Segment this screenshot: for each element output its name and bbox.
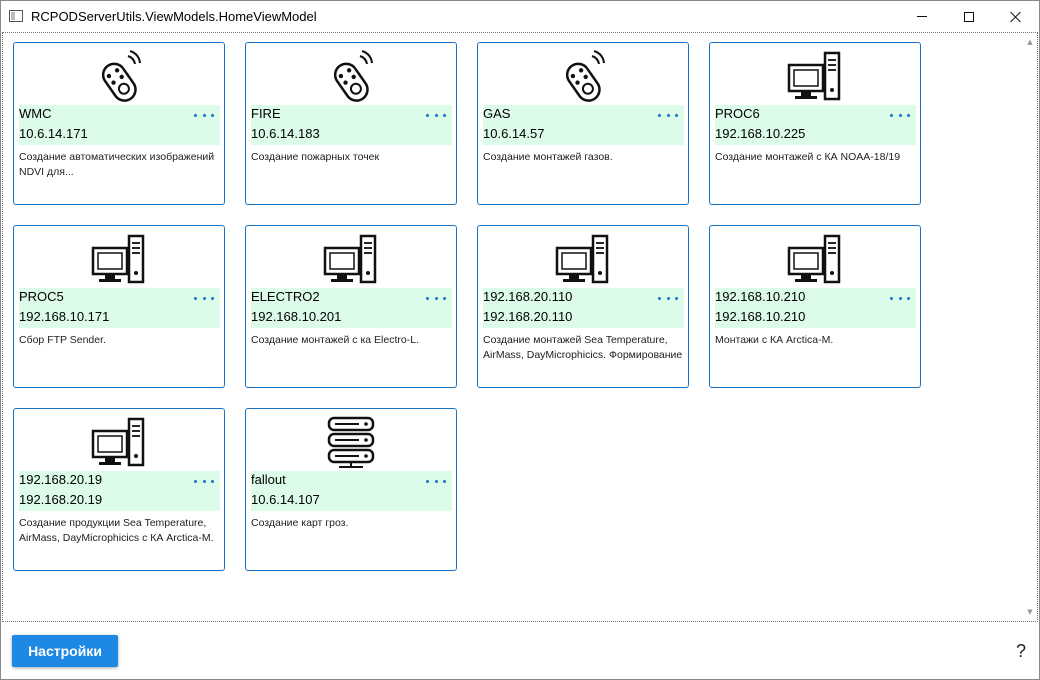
- more-icon[interactable]: [194, 473, 214, 489]
- computer-icon: [710, 230, 920, 288]
- computer-icon: [14, 230, 224, 288]
- more-icon[interactable]: [194, 107, 214, 123]
- card-ip: 192.168.10.225: [715, 126, 806, 141]
- card-ip: 10.6.14.183: [251, 126, 320, 141]
- card-description: Создание монтажей с КА NOAA-18/19: [715, 151, 901, 163]
- remote-icon: [478, 47, 688, 105]
- card-description: Создание продукции Sea Temperature, AirM…: [19, 517, 214, 544]
- card-description: Создание монтажей газов.: [483, 151, 613, 163]
- window-title: RCPODServerUtils.ViewModels.HomeViewMode…: [31, 9, 317, 24]
- card-name: ELECTRO2: [251, 289, 320, 304]
- card-header-strip: 192.168.20.19 192.168.20.19: [19, 471, 220, 511]
- card-name: FIRE: [251, 106, 281, 121]
- more-icon[interactable]: [890, 107, 910, 123]
- card-ip: 192.168.20.110: [483, 309, 573, 324]
- card-name: 192.168.20.110: [483, 289, 573, 304]
- card-ip: 10.6.14.57: [483, 126, 545, 141]
- card-name: 192.168.10.210: [715, 289, 806, 304]
- server-card[interactable]: FIRE 10.6.14.183 Создание пожарных точек: [245, 42, 457, 205]
- card-header-strip: 192.168.10.210 192.168.10.210: [715, 288, 916, 328]
- card-description: Создание карт гроз.: [251, 517, 349, 529]
- card-description: Монтажи с КА Arctica-M.: [715, 334, 834, 346]
- card-header-strip: fallout 10.6.14.107: [251, 471, 452, 511]
- close-icon: [1010, 11, 1022, 23]
- minimize-button[interactable]: [899, 1, 945, 32]
- title-bar[interactable]: RCPODServerUtils.ViewModels.HomeViewMode…: [1, 1, 1039, 32]
- more-icon[interactable]: [890, 290, 910, 306]
- vertical-scrollbar[interactable]: ▲ ▼: [1025, 35, 1035, 619]
- card-name: GAS: [483, 106, 511, 121]
- server-card[interactable]: GAS 10.6.14.57 Создание монтажей газов.: [477, 42, 689, 205]
- server-icon: [246, 413, 456, 471]
- card-ip: 192.168.10.171: [19, 309, 110, 324]
- server-card[interactable]: fallout 10.6.14.107 Создание карт гроз.: [245, 408, 457, 571]
- close-button[interactable]: [993, 1, 1039, 32]
- app-window: RCPODServerUtils.ViewModels.HomeViewMode…: [0, 0, 1040, 680]
- card-description: Создание монтажей Sea Temperature, AirMa…: [483, 334, 683, 361]
- computer-icon: [246, 230, 456, 288]
- card-header-strip: ELECTRO2 192.168.10.201: [251, 288, 452, 328]
- app-icon: [9, 10, 23, 22]
- server-card[interactable]: 192.168.10.210 192.168.10.210 Монтажи с …: [709, 225, 921, 388]
- scroll-down-icon[interactable]: ▼: [1026, 608, 1034, 616]
- card-header-strip: PROC6 192.168.10.225: [715, 105, 916, 145]
- computer-icon: [710, 47, 920, 105]
- card-ip: 192.168.20.19: [19, 492, 103, 507]
- maximize-button[interactable]: [946, 1, 992, 32]
- server-card[interactable]: ELECTRO2 192.168.10.201 Создание монтаже…: [245, 225, 457, 388]
- server-card[interactable]: PROC5 192.168.10.171 Сбор FTP Sender.: [13, 225, 225, 388]
- card-name: fallout: [251, 472, 286, 487]
- more-icon[interactable]: [658, 290, 678, 306]
- card-description: Создание автоматических изображений NDVI…: [19, 151, 215, 178]
- cards-panel[interactable]: WMC 10.6.14.171 Создание автоматических …: [2, 32, 1038, 622]
- card-header-strip: PROC5 192.168.10.171: [19, 288, 220, 328]
- card-header-strip: WMC 10.6.14.171: [19, 105, 220, 145]
- card-ip: 192.168.10.210: [715, 309, 806, 324]
- minimize-icon: [917, 16, 927, 17]
- card-description: Создание монтажей с ка Electro-L.: [251, 334, 419, 346]
- card-description: Сбор FTP Sender.: [19, 334, 106, 346]
- help-button[interactable]: ?: [1011, 641, 1031, 663]
- card-name: PROC5: [19, 289, 64, 304]
- more-icon[interactable]: [426, 290, 446, 306]
- card-header-strip: FIRE 10.6.14.183: [251, 105, 452, 145]
- card-description: Создание пожарных точек: [251, 151, 380, 163]
- server-card[interactable]: 192.168.20.19 192.168.20.19 Создание про…: [13, 408, 225, 571]
- server-card[interactable]: 192.168.20.110 192.168.20.110 Создание м…: [477, 225, 689, 388]
- remote-icon: [14, 47, 224, 105]
- card-header-strip: 192.168.20.110 192.168.20.110: [483, 288, 684, 328]
- card-ip: 10.6.14.107: [251, 492, 320, 507]
- card-name: 192.168.20.19: [19, 472, 103, 487]
- maximize-icon: [964, 11, 974, 22]
- card-name: WMC: [19, 106, 52, 121]
- card-header-strip: GAS 10.6.14.57: [483, 105, 684, 145]
- computer-icon: [14, 413, 224, 471]
- more-icon[interactable]: [426, 107, 446, 123]
- card-name: PROC6: [715, 106, 760, 121]
- scroll-up-icon[interactable]: ▲: [1026, 38, 1034, 46]
- more-icon[interactable]: [426, 473, 446, 489]
- server-card[interactable]: WMC 10.6.14.171 Создание автоматических …: [13, 42, 225, 205]
- settings-button[interactable]: Настройки: [12, 635, 118, 667]
- remote-icon: [246, 47, 456, 105]
- card-ip: 192.168.10.201: [251, 309, 342, 324]
- more-icon[interactable]: [658, 107, 678, 123]
- card-ip: 10.6.14.171: [19, 126, 88, 141]
- more-icon[interactable]: [194, 290, 214, 306]
- computer-icon: [478, 230, 688, 288]
- server-card[interactable]: PROC6 192.168.10.225 Создание монтажей с…: [709, 42, 921, 205]
